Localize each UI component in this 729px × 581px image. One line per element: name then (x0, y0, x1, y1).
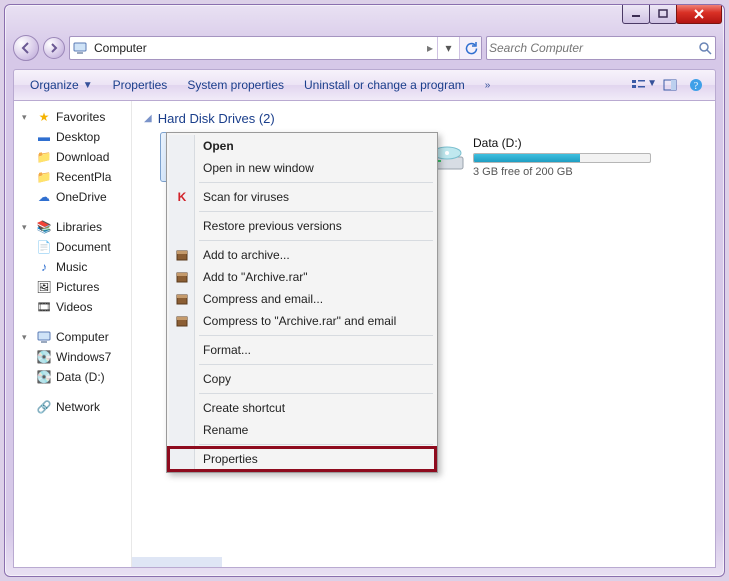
computer-node[interactable]: ▾ Computer (14, 327, 131, 347)
folder-icon: 📁 (36, 169, 52, 185)
sidebar-item-recent[interactable]: 📁RecentPla (14, 167, 131, 187)
svg-text:?: ? (694, 81, 699, 92)
music-icon: ♪ (36, 259, 52, 275)
command-bar: Organize ▼ Properties System properties … (13, 69, 716, 101)
address-text: Computer (90, 41, 427, 55)
collapse-triangle-icon: ◢ (144, 113, 152, 124)
network-node[interactable]: 🔗 Network (14, 397, 131, 417)
computer-icon (36, 329, 52, 345)
archive-icon (173, 268, 191, 286)
forward-button[interactable] (43, 37, 65, 59)
ctx-add-archive[interactable]: Add to archive... (169, 244, 435, 266)
close-button[interactable] (676, 4, 722, 24)
minimize-button[interactable] (622, 4, 650, 24)
ctx-compress-rar-email[interactable]: Compress to "Archive.rar" and email (169, 310, 435, 332)
sidebar-item-drive-c[interactable]: 💽Windows7 (14, 347, 131, 367)
sidebar-item-videos[interactable]: 🎞Videos (14, 297, 131, 317)
sidebar-item-downloads[interactable]: 📁Download (14, 147, 131, 167)
drive-icon: 💽 (36, 369, 52, 385)
favorites-node[interactable]: ▾ ★ Favorites (14, 107, 131, 127)
ctx-compress-email[interactable]: Compress and email... (169, 288, 435, 310)
drive-d[interactable]: Data (D:) 3 GB free of 200 GB (420, 132, 660, 182)
hard-drives-label: Hard Disk Drives (2) (158, 111, 275, 126)
view-options-button[interactable]: ▼ (631, 78, 657, 92)
computer-label: Computer (56, 330, 109, 344)
ctx-properties[interactable]: Properties (169, 448, 435, 470)
archive-icon (173, 246, 191, 264)
libraries-label: Libraries (56, 220, 102, 234)
search-box[interactable] (486, 36, 716, 60)
organize-menu[interactable]: Organize ▼ (20, 70, 103, 100)
folder-icon: 📁 (36, 149, 52, 165)
refresh-button[interactable] (459, 37, 481, 59)
archive-icon (173, 290, 191, 308)
network-icon: 🔗 (36, 399, 52, 415)
libraries-icon: 📚 (36, 219, 52, 235)
ctx-restore-previous[interactable]: Restore previous versions (169, 215, 435, 237)
window-controls (623, 4, 722, 24)
address-dropdown[interactable]: ▾ (437, 37, 459, 59)
sidebar-item-onedrive[interactable]: ☁OneDrive (14, 187, 131, 207)
properties-cmd[interactable]: Properties (103, 70, 178, 100)
status-strip (132, 557, 222, 567)
libraries-node[interactable]: ▾ 📚 Libraries (14, 217, 131, 237)
videos-icon: 🎞 (36, 299, 52, 315)
ctx-create-shortcut[interactable]: Create shortcut (169, 397, 435, 419)
antivirus-icon: K (173, 188, 191, 206)
search-input[interactable] (487, 40, 695, 56)
drive-context-menu: Open Open in new window K Scan for virus… (166, 132, 438, 473)
ctx-scan-viruses[interactable]: K Scan for viruses (169, 186, 435, 208)
sidebar-item-music[interactable]: ♪Music (14, 257, 131, 277)
computer-icon (70, 41, 90, 55)
chevron-down-icon: ▼ (83, 80, 93, 91)
sidebar-item-pictures[interactable]: 🖼Pictures (14, 277, 131, 297)
ctx-open-new-window[interactable]: Open in new window (169, 157, 435, 179)
chevron-right-icon[interactable]: ▸ (427, 41, 437, 55)
overflow-chevron[interactable]: » (475, 70, 501, 100)
drive-d-free-text: 3 GB free of 200 GB (473, 166, 651, 178)
ctx-rename[interactable]: Rename (169, 419, 435, 441)
maximize-button[interactable] (649, 4, 677, 24)
documents-icon: 📄 (36, 239, 52, 255)
desktop-icon: ▬ (36, 129, 52, 145)
drive-d-usage-bar (473, 153, 651, 163)
sidebar-item-drive-d[interactable]: 💽Data (D:) (14, 367, 131, 387)
drive-icon: 💽 (36, 349, 52, 365)
address-box[interactable]: Computer ▸ ▾ (69, 36, 482, 60)
search-icon[interactable] (695, 41, 715, 55)
address-bar-row: Computer ▸ ▾ (13, 33, 716, 63)
ctx-add-archive-rar[interactable]: Add to "Archive.rar" (169, 266, 435, 288)
network-label: Network (56, 400, 100, 414)
cloud-icon: ☁ (36, 189, 52, 205)
hard-drives-header[interactable]: ◢ Hard Disk Drives (2) (140, 107, 707, 132)
drive-d-name: Data (D:) (473, 136, 651, 150)
uninstall-programs-cmd[interactable]: Uninstall or change a program (294, 70, 475, 100)
sidebar-item-desktop[interactable]: ▬Desktop (14, 127, 131, 147)
organize-label: Organize (30, 78, 79, 92)
archive-icon (173, 312, 191, 330)
star-icon: ★ (36, 109, 52, 125)
ctx-copy[interactable]: Copy (169, 368, 435, 390)
titlebar (5, 5, 724, 33)
help-button[interactable]: ? (683, 78, 709, 92)
preview-pane-button[interactable] (657, 78, 683, 92)
pictures-icon: 🖼 (36, 279, 52, 295)
navigation-pane: ▾ ★ Favorites ▬Desktop 📁Download 📁Recent… (14, 101, 132, 567)
ctx-open[interactable]: Open (169, 135, 435, 157)
system-properties-cmd[interactable]: System properties (177, 70, 294, 100)
ctx-format[interactable]: Format... (169, 339, 435, 361)
back-button[interactable] (13, 35, 39, 61)
favorites-label: Favorites (56, 110, 105, 124)
sidebar-item-documents[interactable]: 📄Document (14, 237, 131, 257)
